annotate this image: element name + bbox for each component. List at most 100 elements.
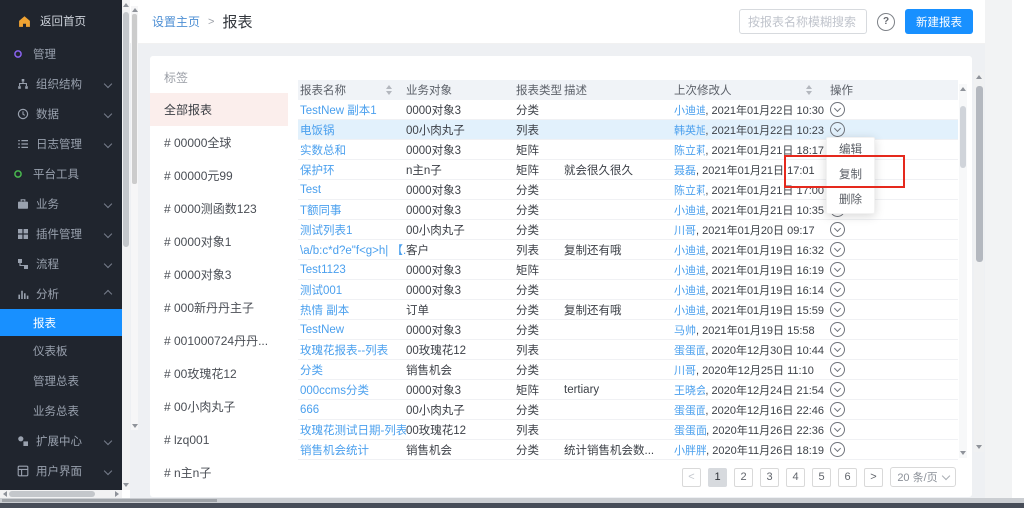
sidebar-item-data[interactable]: 数据 [0,99,122,129]
sidebar-item-analysis[interactable]: 分析 [0,279,122,309]
row-actions-icon[interactable] [830,282,845,297]
modifier-link[interactable]: 陈立莉 [674,142,705,158]
page-button-3[interactable]: 3 [760,468,779,487]
sidebar-item-manage[interactable]: 管理 [0,39,122,69]
help-icon[interactable]: ? [877,13,895,31]
report-name-link[interactable]: TestNew 副本1 [300,102,377,118]
modifier-link[interactable]: 小迪迪 [674,202,705,218]
table-row[interactable]: 测试列表100小肉丸子分类川哥, 2021年01月20日 09:17 [298,220,958,240]
report-name-link[interactable]: Test1123 [300,264,346,276]
page-button-4[interactable]: 4 [786,468,805,487]
scroll-down-icon[interactable] [976,445,982,449]
report-name-link[interactable]: 电饭锅 [300,122,335,138]
scrollbar-thumb[interactable] [2,499,217,502]
modifier-link[interactable]: 聂磊 [674,162,696,178]
create-report-button[interactable]: 新建报表 [905,9,973,34]
tag-item[interactable]: # 0000测函数123 [150,192,288,225]
scroll-left-icon[interactable] [3,491,7,497]
report-search-input[interactable] [739,9,867,34]
table-row[interactable]: 66600小肉丸子分类蛋蛋面, 2020年12月16日 22:46 [298,400,958,420]
table-row[interactable]: 000ccms分类0000对象3矩阵tertiary王晓会, 2020年12月2… [298,380,958,400]
page-button-6[interactable]: 6 [838,468,857,487]
modifier-link[interactable]: 韩英旭 [674,122,705,138]
scroll-down-icon[interactable] [960,451,966,455]
report-name-link[interactable]: 热情 副本 [300,302,349,318]
scroll-up-icon[interactable] [976,75,982,79]
column-report-name[interactable]: 报表名称 [298,82,406,98]
page-scrollbar[interactable] [974,72,984,452]
report-name-link[interactable]: 销售机会统计 [300,442,369,458]
page-size-select[interactable]: 20 条/页 [890,467,956,487]
modifier-link[interactable]: 马帅 [674,322,696,338]
modifier-link[interactable]: 小迪迪 [674,242,705,258]
tag-item[interactable]: # 0000对象1 [150,225,288,258]
modifier-link[interactable]: 小胖胖 [674,442,706,458]
row-actions-icon[interactable] [830,442,845,457]
sidebar-item-extension-center[interactable]: 扩展中心 [0,426,122,456]
tag-item[interactable]: # 00玫瑰花12 [150,357,288,390]
scroll-up-icon[interactable] [960,87,966,91]
report-name-link[interactable]: T额同事 [300,202,342,218]
row-actions-icon[interactable] [830,402,845,417]
sort-icon[interactable] [386,85,392,95]
report-name-link[interactable]: 000ccms分类 [300,382,369,398]
tag-item[interactable]: # lzq001 [150,423,288,456]
table-row[interactable]: TestNew0000对象3分类马帅, 2021年01月19日 15:58 [298,320,958,340]
scroll-right-icon[interactable] [115,491,119,497]
table-row[interactable]: 分类销售机会分类川哥, 2020年12月25日 11:10 [298,360,958,380]
modifier-link[interactable]: 王晓会 [674,382,705,398]
modifier-link[interactable]: 小迪迪 [674,302,705,318]
column-last-modified[interactable]: 上次修改人 [674,82,824,98]
scrollbar-thumb[interactable] [976,86,983,262]
table-row[interactable]: 玫瑰花测试日期-列表00玫瑰花12列表蛋蛋面, 2020年11月26日 22:3… [298,420,958,440]
report-name-link[interactable]: 实数总和 [300,142,346,158]
report-name-link[interactable]: 测试列表1 [300,222,352,238]
table-row[interactable]: 玫瑰花报表--列表00玫瑰花12列表蛋蛋面, 2020年12月30日 10:44 [298,340,958,360]
tag-item[interactable]: # 00000全球 [150,126,288,159]
row-actions-icon[interactable] [830,222,845,237]
tag-item[interactable]: # PIPI [150,489,288,497]
tag-item[interactable]: # 001000724丹丹... [150,324,288,357]
modifier-link[interactable]: 川哥 [674,222,696,238]
sidebar-item-business-summary[interactable]: 业务总表 [0,396,122,426]
row-actions-icon[interactable] [830,362,845,377]
table-scrollbar[interactable] [959,84,967,458]
tag-item[interactable]: # 0000对象3 [150,258,288,291]
sidebar-horizontal-scrollbar[interactable] [0,490,122,498]
tag-item[interactable]: 全部报表 [150,93,288,126]
row-actions-icon[interactable] [830,422,845,437]
report-name-link[interactable]: 玫瑰花测试日期-列表 [300,422,406,438]
tag-item[interactable]: # 00000元99 [150,159,288,192]
sidebar-item-platform-tools[interactable]: 平台工具 [0,159,122,189]
modifier-link[interactable]: 小迪迪 [674,102,705,118]
menu-item-delete[interactable]: 删除 [827,188,874,213]
row-actions-icon[interactable] [830,342,845,357]
table-row[interactable]: TestNew 副本10000对象3分类小迪迪, 2021年01月22日 10:… [298,100,958,120]
sidebar-item-org-structure[interactable]: 组织结构 [0,69,122,99]
scrollbar-thumb[interactable] [9,491,95,497]
tag-item[interactable]: # 00小肉丸子 [150,390,288,423]
scrollbar-thumb[interactable] [123,12,129,247]
table-row[interactable]: \a/b:c*d?e"f<g>h| 【...客户列表复制还有哦小迪迪, 2021… [298,240,958,260]
page-button-1[interactable]: 1 [708,468,727,487]
sidebar-item-report[interactable]: 报表 [0,309,122,336]
sidebar-item-log-management[interactable]: 日志管理 [0,129,122,159]
row-actions-icon[interactable] [830,322,845,337]
report-name-link[interactable]: 666 [300,404,319,416]
sort-icon[interactable] [806,85,812,95]
report-name-link[interactable]: Test [300,184,321,196]
tag-item[interactable]: # n主n子 [150,456,288,489]
modifier-link[interactable]: 陈立莉 [674,182,705,198]
sidebar-item-plugin-management[interactable]: 插件管理 [0,219,122,249]
sidebar-item-user-interface[interactable]: 用户界面 [0,456,122,486]
table-row[interactable]: 热情 副本订单分类复制还有哦小迪迪, 2021年01月19日 15:59 [298,300,958,320]
modifier-link[interactable]: 蛋蛋面 [674,402,705,418]
tag-list-scrollbar[interactable] [131,6,138,430]
sidebar-vertical-scrollbar[interactable] [122,0,130,490]
table-row[interactable]: Test11230000对象3矩阵小迪迪, 2021年01月19日 16:19 [298,260,958,280]
tag-item[interactable]: # 000新丹丹主子 [150,291,288,324]
row-actions-icon[interactable] [830,382,845,397]
sidebar-item-business[interactable]: 业务 [0,189,122,219]
scroll-down-icon[interactable] [132,424,138,428]
row-actions-icon[interactable] [830,302,845,317]
